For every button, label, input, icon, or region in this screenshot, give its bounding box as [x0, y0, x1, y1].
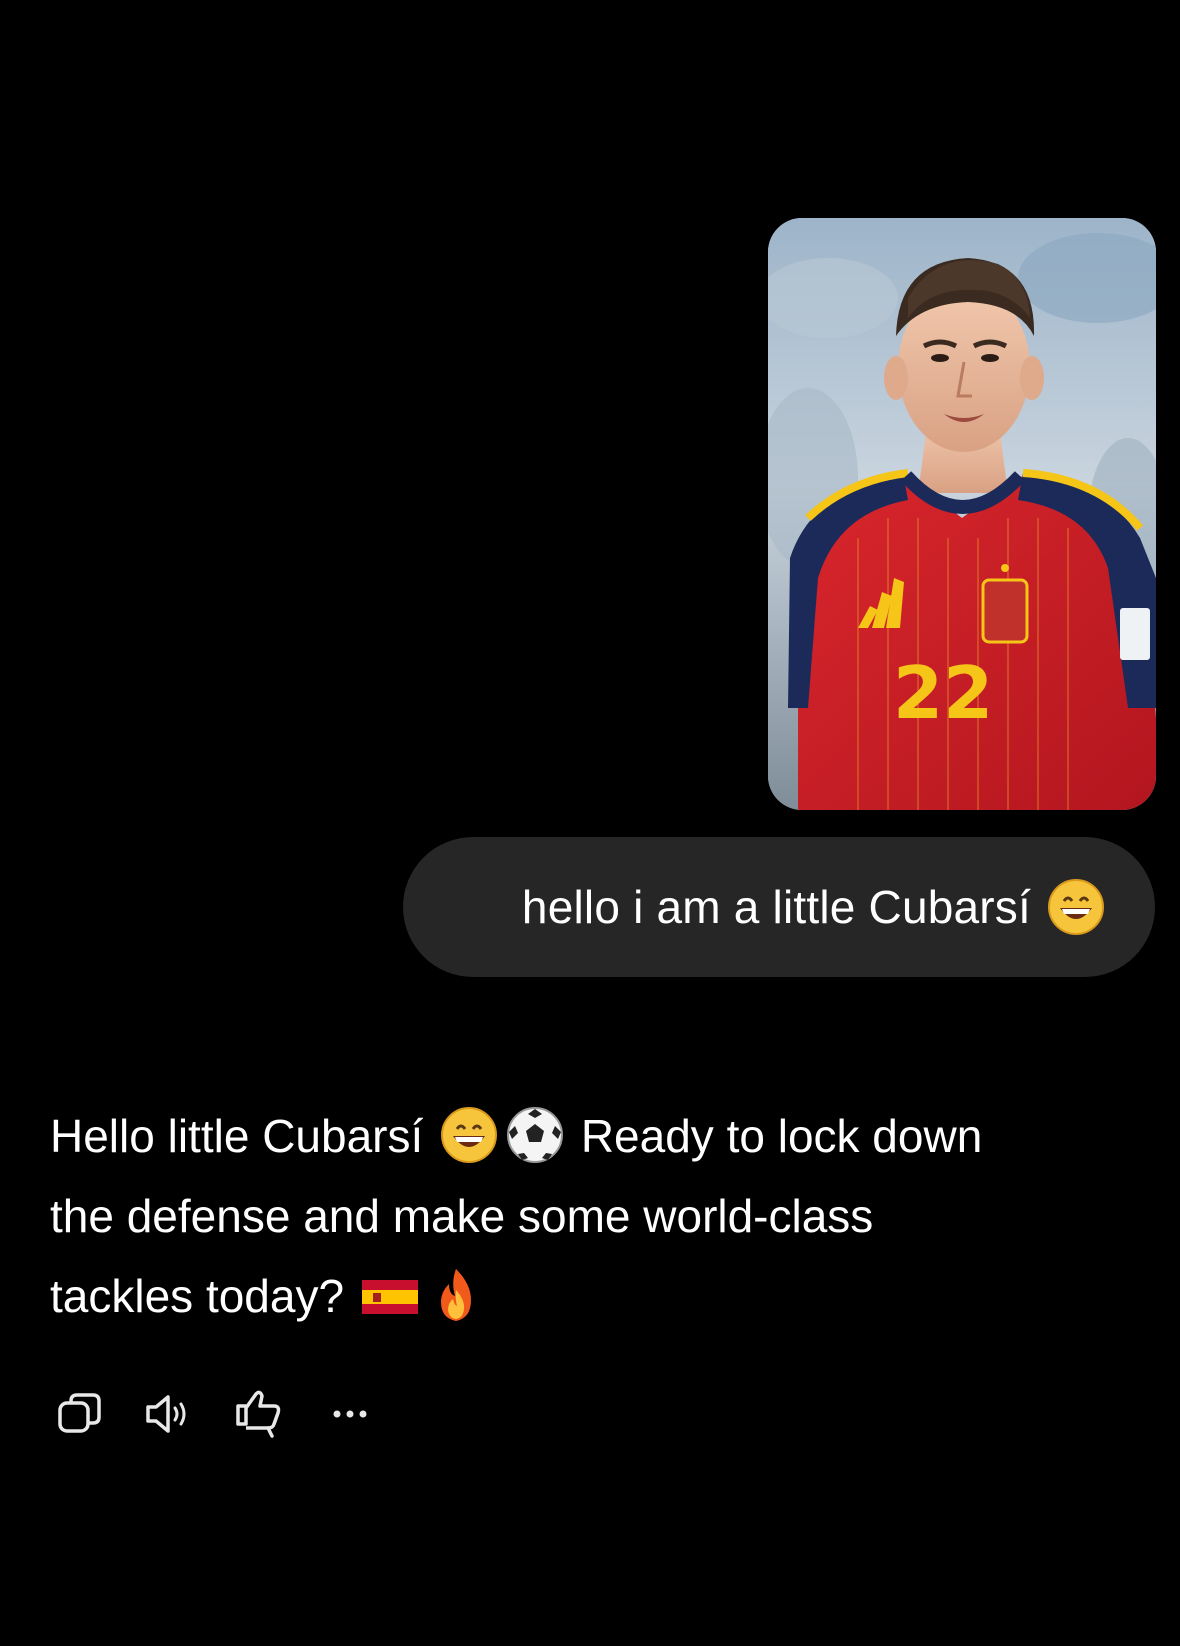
copy-icon — [58, 1393, 101, 1433]
svg-text:22: 22 — [893, 651, 993, 735]
read-aloud-button[interactable] — [140, 1384, 200, 1444]
more-button[interactable] — [320, 1384, 380, 1444]
spain-flag-emoji-icon — [361, 1280, 418, 1314]
assistant-text-segment: Ready to lock down — [568, 1110, 983, 1162]
more-dots-icon — [333, 1410, 367, 1418]
grinning-face-emoji-icon — [441, 1107, 498, 1163]
user-message-bubble: hello i am a little Cubarsí — [403, 837, 1155, 977]
thumbs-down-icon — [236, 1390, 281, 1438]
speaker-icon — [146, 1395, 186, 1433]
assistant-text-segment: Hello little Cubarsí — [50, 1110, 437, 1162]
copy-button[interactable] — [50, 1384, 110, 1444]
soccer-ball-emoji-icon — [507, 1107, 564, 1163]
assistant-text-segment: tackles today? — [50, 1270, 357, 1322]
fire-emoji-icon — [440, 1269, 471, 1321]
user-message-text: hello i am a little Cubarsí — [521, 881, 1031, 933]
player-photo-illustration: 22 — [768, 218, 1156, 810]
assistant-line-2: the defense and make some world-class — [50, 1190, 874, 1242]
chat-view: 22 hello i am a little Cubarsí Hello lit… — [0, 0, 1180, 1646]
attached-photo[interactable]: 22 — [768, 218, 1156, 810]
dislike-button[interactable] — [230, 1384, 290, 1444]
assistant-line-3: tackles today? — [50, 1256, 1130, 1336]
assistant-line-1: Hello little Cubarsí Ready to lock down — [50, 1096, 1130, 1176]
assistant-message: Hello little Cubarsí Ready to lock down … — [50, 1096, 1130, 1336]
message-actions-bar — [50, 1384, 410, 1444]
grinning-face-emoji-icon — [1048, 879, 1104, 935]
